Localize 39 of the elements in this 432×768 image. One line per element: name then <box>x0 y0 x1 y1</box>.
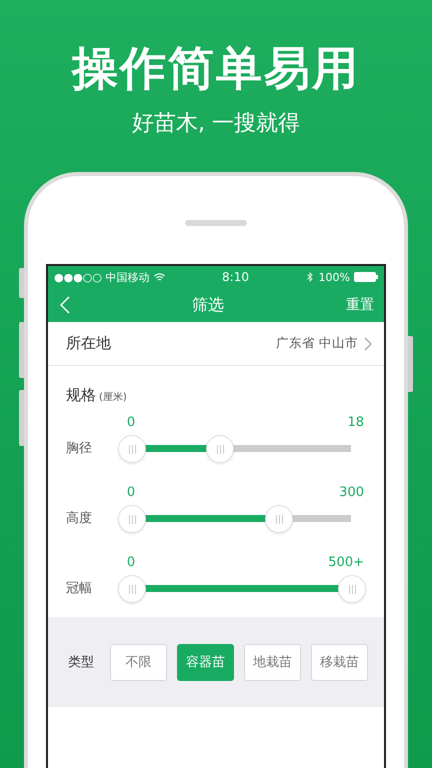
location-value: 广东省 中山市 <box>276 335 358 352</box>
tagline: 好苗木, 一搜就得 <box>132 110 300 138</box>
nav-title: 筛选 <box>191 294 225 316</box>
reset-link[interactable]: 重置 <box>346 296 374 314</box>
type-option[interactable]: 地栽苗 <box>244 644 301 680</box>
section-title: 规格 <box>66 386 96 405</box>
type-option[interactable]: 容器苗 <box>177 644 234 680</box>
slider-thumb[interactable] <box>118 575 146 603</box>
slider-label: 胸径 <box>66 440 93 457</box>
slider-label: 高度 <box>66 510 93 527</box>
slider-thumb[interactable] <box>265 505 294 533</box>
battery-percent: 100% <box>318 270 350 284</box>
speaker-slot <box>185 220 247 226</box>
location-row[interactable]: 所在地 广东省 中山市 <box>48 322 384 366</box>
wifi-icon <box>154 272 164 282</box>
location-label: 所在地 <box>66 334 112 353</box>
slider-thumb[interactable] <box>118 435 146 463</box>
slider-thumb[interactable] <box>338 575 366 603</box>
slider-thumb[interactable] <box>118 505 146 533</box>
type-label: 类型 <box>68 654 95 671</box>
chevron-right-icon <box>364 336 372 350</box>
range-slider[interactable] <box>118 573 364 603</box>
min-value: 0 <box>126 414 136 430</box>
min-value: 0 <box>126 484 136 500</box>
back-icon[interactable] <box>60 296 70 314</box>
max-value: 500+ <box>328 554 364 570</box>
unit-label: (厘米) <box>99 390 127 404</box>
max-value: 300 <box>339 484 364 500</box>
slider-label: 冠幅 <box>66 580 93 597</box>
type-option[interactable]: 移栽苗 <box>311 644 368 680</box>
min-value: 0 <box>126 554 136 570</box>
battery-icon <box>354 272 378 282</box>
clock-time: 8:10 <box>221 270 250 284</box>
bluetooth-icon <box>306 272 313 282</box>
headline: 操作简单易用 <box>72 40 360 96</box>
slider-thumb[interactable] <box>206 435 234 463</box>
max-value: 18 <box>347 414 364 430</box>
type-option[interactable]: 不限 <box>110 644 167 680</box>
carrier-label: ●●●○○ 中国移动 <box>54 270 150 284</box>
